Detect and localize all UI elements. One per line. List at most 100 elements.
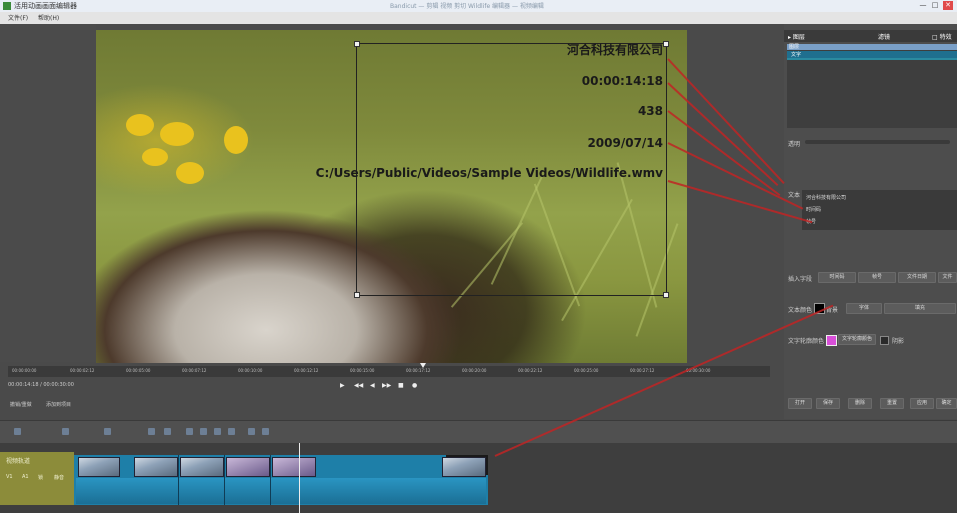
opacity-label: 透明: [788, 141, 801, 148]
clip-thumbnail: [134, 457, 178, 477]
close-button[interactable]: ✕: [943, 1, 953, 10]
left-panel: [0, 24, 96, 362]
zoom-icon[interactable]: [104, 428, 111, 435]
fill-select[interactable]: 填充: [884, 303, 956, 314]
rewind-icon[interactable]: ◀◀: [354, 382, 363, 389]
clip-thumbnail: [272, 457, 316, 477]
title-bar: 活用动画画面编辑器 Bandicut — 剪辑 视频 剪切 Wildlife 编…: [0, 0, 957, 12]
track-header[interactable]: 视频轨道 V1 A1 锁 静音: [0, 452, 74, 505]
text-color-label: 文本颜色: [788, 307, 813, 314]
timecode-display: 00:00:14:18 / 00:00:30:00: [8, 382, 74, 388]
outline-label: 文字轮廓颜色: [788, 338, 825, 345]
app-title: 活用动画画面编辑器: [14, 2, 77, 10]
copy-icon[interactable]: [186, 428, 193, 435]
text-label: 文本: [788, 192, 801, 199]
ruler-tick: 00:00:27:12: [630, 368, 655, 373]
overlay-timecode-text: 00:00:14:18: [581, 74, 663, 88]
snap-icon[interactable]: [248, 428, 255, 435]
outline-color-swatch[interactable]: [826, 335, 837, 346]
clip-thumbnail: [226, 457, 270, 477]
tab-filters[interactable]: 滤镜: [878, 32, 890, 41]
save-button[interactable]: 保存: [816, 398, 840, 409]
menu-bar: 文件(F) 帮助(H): [0, 12, 957, 24]
apply-button[interactable]: 应用: [910, 398, 934, 409]
ruler-tick: 00:00:02:12: [70, 368, 95, 373]
undo-redo-label[interactable]: 撤销/重做: [10, 401, 32, 408]
clip-thumbnail: [442, 457, 486, 477]
magnet-icon[interactable]: [262, 428, 269, 435]
record-icon[interactable]: ●: [412, 382, 417, 389]
shadow-label: 阴影: [892, 338, 905, 345]
play-icon[interactable]: ▶: [340, 382, 345, 389]
ok-button[interactable]: 确定: [936, 398, 957, 409]
tab-effects[interactable]: □ 特效: [932, 32, 952, 41]
ruler-tick: 00:00:05:00: [126, 368, 151, 373]
stop-icon[interactable]: ■: [398, 382, 404, 389]
panel-tabs: ▸ 图层 滤镜 □ 特效: [784, 30, 957, 42]
track-name: 视频轨道: [6, 458, 31, 465]
flower-shape: [126, 114, 154, 136]
resize-handle[interactable]: [354, 41, 360, 47]
maximize-button[interactable]: □: [930, 1, 940, 10]
playhead-marker[interactable]: [420, 363, 426, 368]
menu-help[interactable]: 帮助(H): [38, 13, 59, 22]
menu-file[interactable]: 文件(F): [8, 13, 28, 22]
ruler-tick: 00:00:10:00: [238, 368, 263, 373]
text-input[interactable]: 河合科技有限公司 时间码 帧号: [802, 190, 957, 230]
insert-date-button[interactable]: 文件日期: [898, 272, 936, 283]
flower-shape: [224, 126, 248, 154]
list-item[interactable]: 文字: [787, 51, 957, 58]
tab-layers[interactable]: ▸ 图层: [788, 32, 805, 41]
lock-icon[interactable]: 锁: [38, 474, 43, 481]
split-icon[interactable]: [62, 428, 69, 435]
flower-shape: [176, 162, 204, 184]
outline-button[interactable]: 文字轮廓颜色: [838, 334, 876, 345]
mute-icon[interactable]: 静音: [54, 474, 64, 481]
insert-frame-button[interactable]: 帧号: [858, 272, 896, 283]
fast-forward-icon[interactable]: ▶▶: [382, 382, 391, 389]
timeline-toolbar: [0, 420, 957, 443]
track-label[interactable]: V1: [6, 474, 13, 480]
window-title: Bandicut — 剪辑 视频 剪切 Wildlife 编辑器 — 视频编辑: [390, 3, 544, 10]
reset-button[interactable]: 重置: [880, 398, 904, 409]
delete-icon[interactable]: [214, 428, 221, 435]
add-to-project-button[interactable]: 添加到项目: [46, 401, 71, 408]
track-label[interactable]: A1: [22, 474, 29, 480]
minimize-button[interactable]: —: [918, 1, 928, 10]
insert-field-label: 插入字段: [788, 276, 813, 283]
overlay-date-text: 2009/07/14: [587, 136, 663, 150]
timeline-playhead[interactable]: [299, 443, 300, 513]
ruler-tick: 00:00:00:00: [12, 368, 37, 373]
list-item[interactable]: 图层: [787, 44, 957, 50]
ruler-tick: 00:00:20:00: [462, 368, 487, 373]
ruler-tick: 00:00:17:12: [406, 368, 431, 373]
clip-thumbnail: [180, 457, 224, 477]
audio-waveform: [76, 478, 486, 504]
ruler-tick: 00:00:25:00: [574, 368, 599, 373]
font-button[interactable]: 字体: [846, 303, 882, 314]
undo-icon[interactable]: [148, 428, 155, 435]
opacity-slider[interactable]: [805, 140, 950, 144]
paste-icon[interactable]: [200, 428, 207, 435]
resize-handle[interactable]: [354, 292, 360, 298]
resize-handle[interactable]: [663, 41, 669, 47]
clip-thumbnail: [78, 457, 120, 477]
resize-handle[interactable]: [663, 292, 669, 298]
ruler-tick: 00:00:12:12: [294, 368, 319, 373]
app-icon: [3, 2, 11, 10]
flower-shape: [142, 148, 168, 166]
insert-file-button[interactable]: 文件: [938, 272, 957, 283]
time-ruler[interactable]: 00:00:00:00 00:00:02:12 00:00:05:00 00:0…: [8, 366, 770, 377]
step-back-icon[interactable]: ◀: [370, 382, 375, 389]
overlay-frame-text: 438: [637, 104, 663, 118]
overlay-path-text: C:/Users/Public/Videos/Sample Videos/Wil…: [315, 166, 663, 180]
insert-timecode-button[interactable]: 时间码: [818, 272, 856, 283]
redo-icon[interactable]: [164, 428, 171, 435]
ruler-tick: 00:00:15:00: [350, 368, 375, 373]
shadow-checkbox[interactable]: [880, 336, 889, 345]
cut-icon[interactable]: [14, 428, 21, 435]
open-button[interactable]: 打开: [788, 398, 812, 409]
move-icon[interactable]: [228, 428, 235, 435]
ruler-tick: 00:00:07:12: [182, 368, 207, 373]
delete-button[interactable]: 删除: [848, 398, 872, 409]
